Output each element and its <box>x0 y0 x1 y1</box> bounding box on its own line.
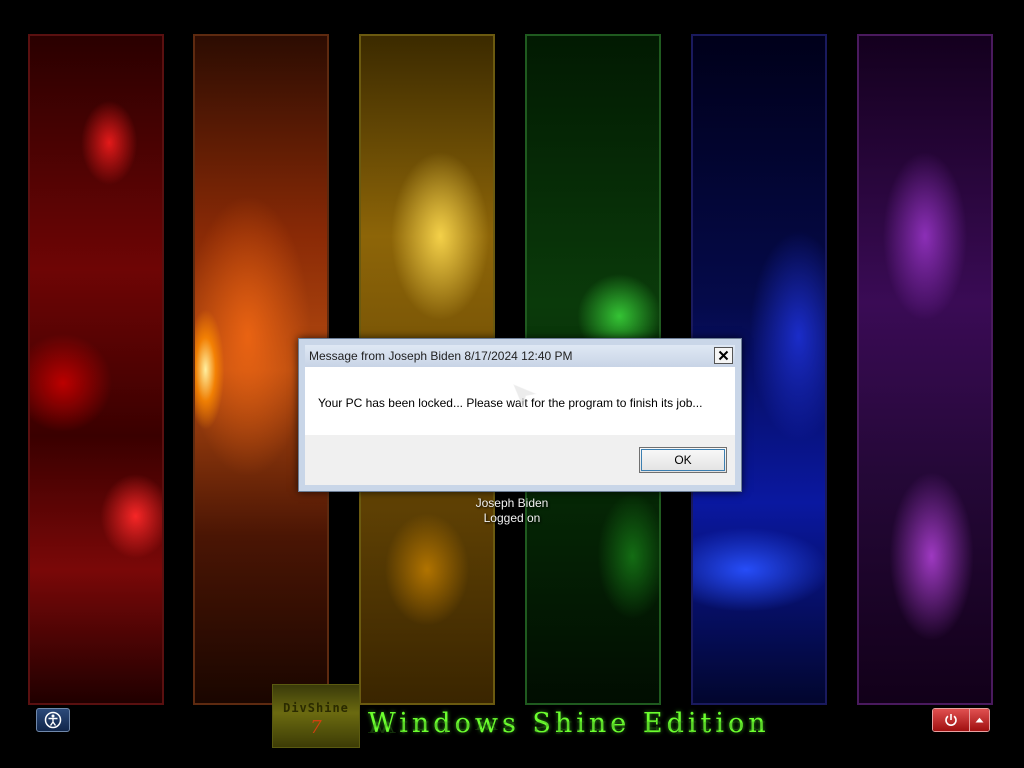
close-icon <box>718 350 729 361</box>
ease-of-access-icon <box>44 711 62 729</box>
logo-text: DivShine <box>283 701 349 715</box>
logo-version: 7 <box>310 717 322 738</box>
close-button[interactable] <box>714 347 733 364</box>
shutdown-control <box>932 708 990 732</box>
mouse-cursor-icon <box>512 383 539 410</box>
user-tile[interactable]: Joseph Biden Logged on <box>452 496 572 526</box>
shutdown-button[interactable] <box>933 709 969 731</box>
background-panel-red <box>28 34 164 705</box>
ok-button[interactable]: OK <box>639 447 727 473</box>
message-dialog: Message from Joseph Biden 8/17/2024 12:4… <box>298 338 742 492</box>
brand-title-reflection: Windows Shine Edition <box>368 717 770 736</box>
background-panel-purple <box>857 34 993 705</box>
dialog-title: Message from Joseph Biden 8/17/2024 12:4… <box>309 349 573 363</box>
user-status: Logged on <box>483 511 541 525</box>
user-name: Joseph Biden <box>475 496 549 510</box>
shutdown-options-button[interactable] <box>969 709 989 731</box>
power-icon <box>945 714 957 726</box>
dialog-title-bar[interactable]: Message from Joseph Biden 8/17/2024 12:4… <box>305 345 735 367</box>
ease-of-access-button[interactable] <box>36 708 70 732</box>
logon-screen: Joseph Biden Logged on Message from Jose… <box>0 0 1024 768</box>
brand-logo: DivShine 7 <box>272 684 360 748</box>
chevron-up-icon <box>975 717 984 723</box>
